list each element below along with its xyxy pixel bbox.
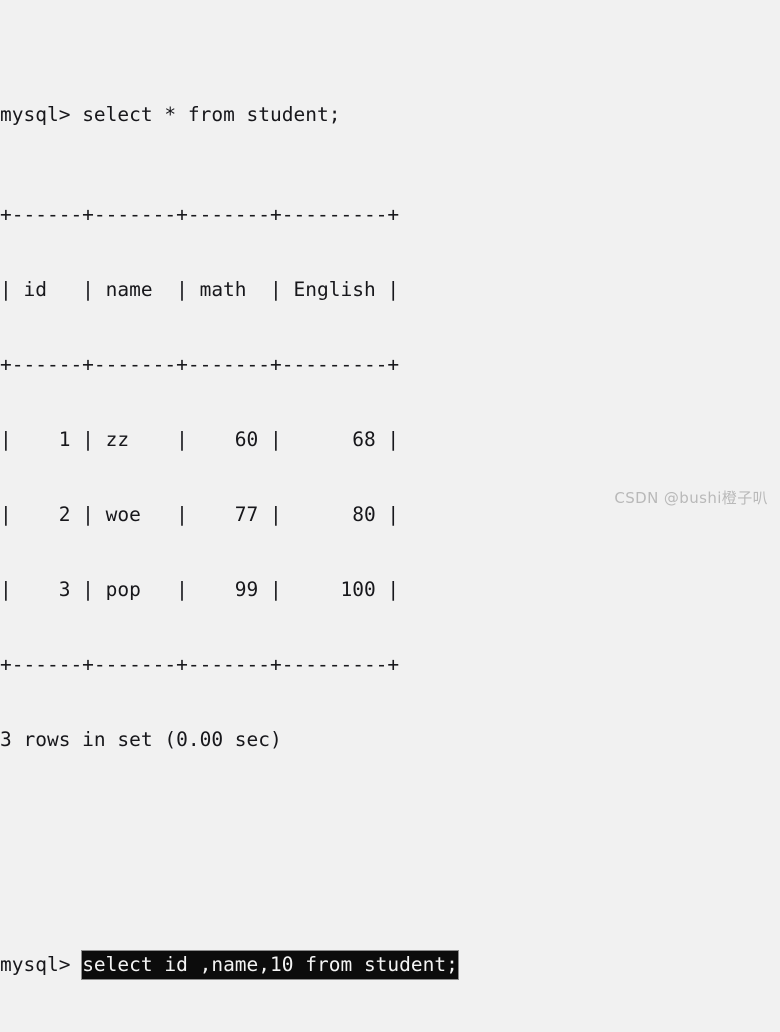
table-row: | 2 | woe | 77 | 80 | [0, 503, 400, 526]
command-line-1[interactable]: mysql> select * from student; [0, 102, 458, 127]
prompt-2: mysql> [0, 953, 83, 976]
command-text-1: select * from student; [82, 103, 341, 126]
terminal-output: mysql> select * from student; +------+--… [0, 2, 458, 1032]
table1-bottom-rule: +------+-------+-------+---------+ [0, 653, 400, 676]
table-row: | 1 | zz | 60 | 68 | [0, 428, 400, 451]
table-row: | 3 | pop | 99 | 100 | [0, 578, 400, 601]
selected-command-text[interactable]: select id ,name,10 from student; [82, 951, 458, 979]
terminal-window: mysql> select * from student; +------+--… [0, 0, 780, 979]
command-line-2[interactable]: mysql> select id ,name,10 from student; [0, 951, 458, 979]
table1-top-rule: +------+-------+-------+---------+ [0, 203, 400, 226]
table1-header-row: | id | name | math | English | [0, 278, 400, 301]
csdn-watermark: CSDN @bushi橙子叭 [614, 489, 768, 507]
prompt-1: mysql> [0, 103, 83, 126]
table1-header-rule: +------+-------+-------+---------+ [0, 353, 400, 376]
status-line-1: 3 rows in set (0.00 sec) [0, 728, 282, 751]
